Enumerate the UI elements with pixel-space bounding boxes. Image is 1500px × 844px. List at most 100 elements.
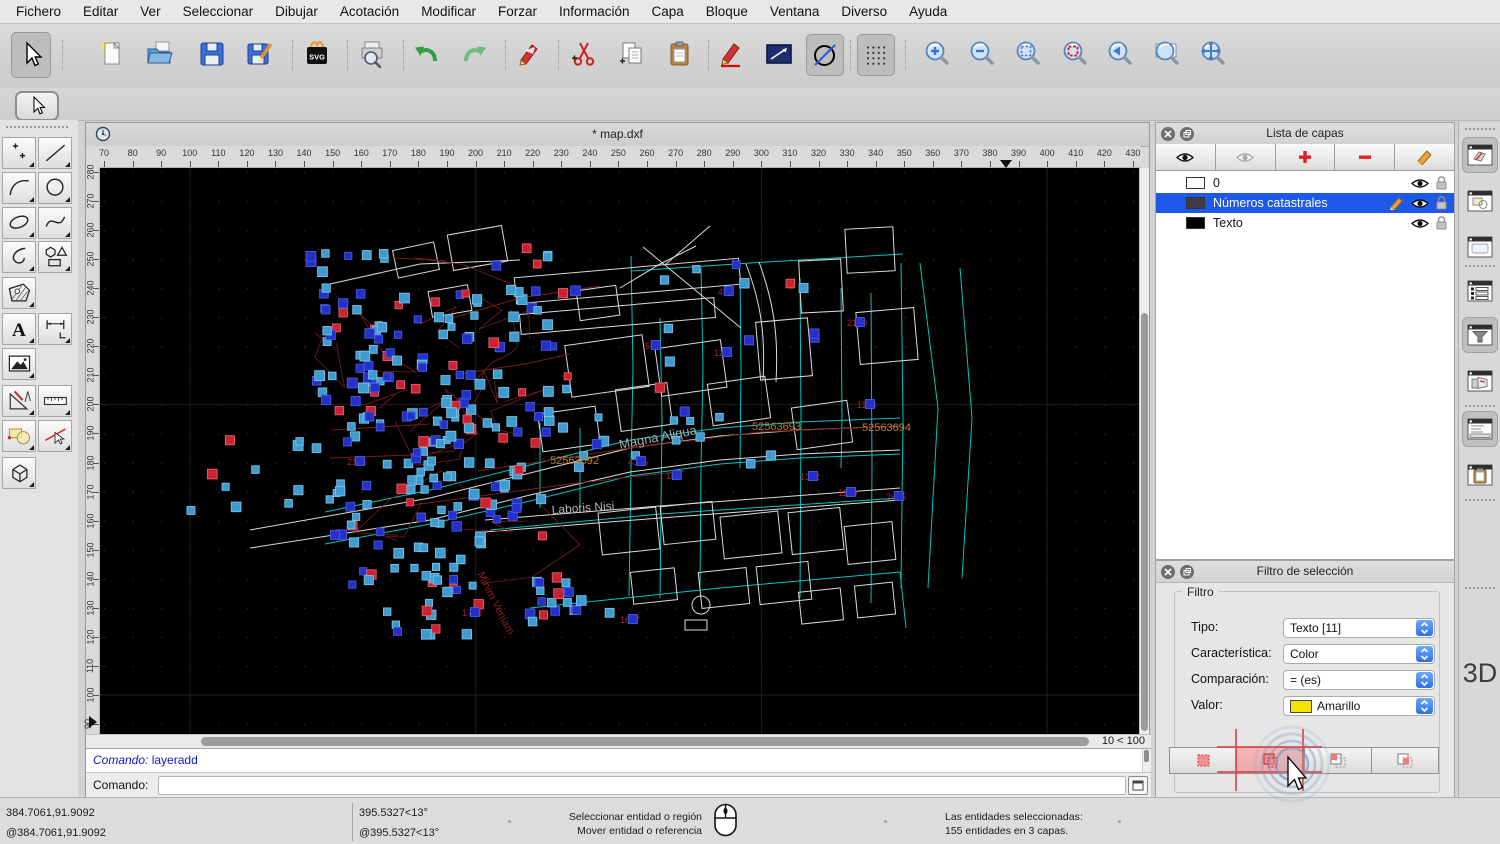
- trim-tool-button[interactable]: [38, 420, 72, 452]
- palette-drag-handle[interactable]: [6, 126, 68, 131]
- layer-panel-header[interactable]: Lista de capas: [1156, 123, 1454, 145]
- menu-ayuda[interactable]: Ayuda: [909, 4, 947, 19]
- filter-panel-header[interactable]: Filtro de selección: [1156, 561, 1454, 583]
- layer-row-2[interactable]: Texto: [1156, 213, 1454, 233]
- dropdown-stepper-icon[interactable]: [1416, 646, 1433, 662]
- add-to-selection-button[interactable]: [1237, 748, 1305, 773]
- command-history-scrollbar-thumb[interactable]: [1144, 750, 1149, 762]
- filter-dropdown-3[interactable]: Amarillo: [1283, 696, 1435, 716]
- zoom-in-button[interactable]: [919, 34, 955, 74]
- image-tool-button[interactable]: [2, 348, 36, 380]
- hide-all-layers-button[interactable]: [1216, 144, 1276, 170]
- print-preview-button[interactable]: [354, 34, 390, 74]
- library-browser-panel-button[interactable]: [1462, 229, 1498, 265]
- open-file-button[interactable]: [142, 34, 178, 74]
- polyline-tool-button[interactable]: [2, 241, 36, 273]
- shapes-tool-button[interactable]: [38, 241, 72, 273]
- menu-bloque[interactable]: Bloque: [706, 4, 748, 19]
- spline-tool-button[interactable]: [38, 207, 72, 239]
- detach-panel-icon[interactable]: [1180, 564, 1194, 579]
- eye-icon[interactable]: [1176, 152, 1195, 163]
- menu-diverso[interactable]: Diverso: [841, 4, 887, 19]
- drawing-canvas[interactable]: 2156430515245558312112130112413421150261…: [100, 168, 1141, 734]
- command-panel-toggle-button[interactable]: [1128, 776, 1148, 795]
- draw-pencil-button[interactable]: [714, 34, 750, 74]
- menu-dibujar[interactable]: Dibujar: [275, 4, 318, 19]
- filter-dropdown-0[interactable]: Texto [11]: [1283, 618, 1435, 638]
- cut-button[interactable]: [566, 34, 602, 74]
- zoom-out-button[interactable]: [964, 34, 1000, 74]
- modify-tool-button[interactable]: [2, 420, 36, 452]
- dropdown-stepper-icon[interactable]: [1416, 672, 1433, 688]
- menu-ver[interactable]: Ver: [140, 4, 160, 19]
- eye-icon[interactable]: [1411, 198, 1429, 209]
- circle-diagonal-button[interactable]: [806, 34, 844, 76]
- close-icon[interactable]: [1161, 564, 1175, 579]
- remove-from-selection-button[interactable]: [1305, 748, 1372, 773]
- hatch-tool-button[interactable]: [2, 277, 36, 309]
- layer-row-0[interactable]: 0: [1156, 173, 1454, 193]
- zoom-selection-button[interactable]: [1057, 34, 1093, 74]
- menu-seleccionar[interactable]: Seleccionar: [183, 4, 254, 19]
- zoom-window-button[interactable]: [1149, 34, 1185, 74]
- select-matching-button[interactable]: [1170, 748, 1238, 773]
- command-line-panel-button[interactable]: [1462, 411, 1498, 447]
- menu-ventana[interactable]: Ventana: [770, 4, 820, 19]
- menu-fichero[interactable]: Fichero: [16, 4, 61, 19]
- lock-icon[interactable]: [1435, 196, 1448, 210]
- selection-filter-panel-button[interactable]: [1462, 317, 1498, 353]
- strip-drag-handle[interactable]: [1465, 128, 1495, 130]
- menu-capa[interactable]: Capa: [652, 4, 684, 19]
- horizontal-scrollbar-thumb[interactable]: [201, 737, 1089, 746]
- save-as-button[interactable]: [242, 34, 278, 74]
- construction-tool-button[interactable]: [2, 385, 36, 417]
- remove-layer-button[interactable]: [1335, 144, 1396, 170]
- eye-icon[interactable]: [1411, 218, 1429, 229]
- lock-icon[interactable]: [1435, 216, 1448, 230]
- grid-toggle-button[interactable]: [857, 34, 895, 76]
- eye-icon[interactable]: [1411, 178, 1429, 189]
- lock-icon[interactable]: [1435, 176, 1448, 190]
- svg-export-button[interactable]: SVG: [299, 34, 335, 74]
- menu-forzar[interactable]: Forzar: [498, 4, 537, 19]
- dimension-tool-button[interactable]: [38, 313, 72, 345]
- menu-acotacion[interactable]: Acotación: [340, 4, 399, 19]
- redo-button[interactable]: [456, 34, 492, 74]
- box3d-tool-button[interactable]: [2, 457, 36, 489]
- line-tool-button[interactable]: [761, 34, 797, 74]
- add-layer-button[interactable]: [1276, 144, 1336, 170]
- show-all-layers-button[interactable]: [1156, 144, 1216, 170]
- property-editor-panel-button[interactable]: [1462, 137, 1498, 173]
- document-title-bar[interactable]: * map.dxf: [86, 123, 1149, 147]
- line-tool-button[interactable]: [38, 137, 72, 169]
- 3d-label[interactable]: 3D: [1459, 658, 1500, 689]
- selection-arrow-button[interactable]: [11, 32, 51, 78]
- eye-icon[interactable]: [1236, 152, 1255, 163]
- wall-tool-panel-button[interactable]: [1462, 363, 1498, 399]
- points-tool-button[interactable]: [2, 137, 36, 169]
- detach-panel-icon[interactable]: [1180, 126, 1194, 141]
- paste-button[interactable]: [662, 34, 698, 74]
- command-history-scrollbar[interactable]: [1142, 749, 1151, 772]
- dropdown-stepper-icon[interactable]: [1416, 698, 1433, 714]
- vertical-scrollbar[interactable]: [1139, 168, 1149, 734]
- filter-dropdown-2[interactable]: = (es): [1283, 670, 1435, 690]
- zoom-pan-button[interactable]: [1195, 34, 1231, 74]
- edit-layer-button[interactable]: [1395, 144, 1454, 170]
- delete-eraser-button[interactable]: [511, 34, 547, 74]
- menu-editar[interactable]: Editar: [83, 4, 118, 19]
- save-button[interactable]: [194, 34, 230, 74]
- vertical-scrollbar-thumb[interactable]: [1141, 313, 1148, 731]
- intersect-selection-button[interactable]: [1372, 748, 1438, 773]
- clipboard-panel-panel-button[interactable]: [1462, 457, 1498, 493]
- selection-tool-button[interactable]: [15, 91, 59, 121]
- zoom-auto-button[interactable]: [1010, 34, 1046, 74]
- close-icon[interactable]: [1161, 126, 1175, 141]
- new-file-button[interactable]: [94, 34, 130, 74]
- ellipse-tool-button[interactable]: [2, 207, 36, 239]
- layer-row-1[interactable]: Números catastrales: [1156, 193, 1454, 213]
- menu-informacion[interactable]: Información: [559, 4, 630, 19]
- undo-button[interactable]: [409, 34, 445, 74]
- text-tool-button[interactable]: A: [2, 313, 36, 345]
- command-input[interactable]: [158, 776, 1126, 795]
